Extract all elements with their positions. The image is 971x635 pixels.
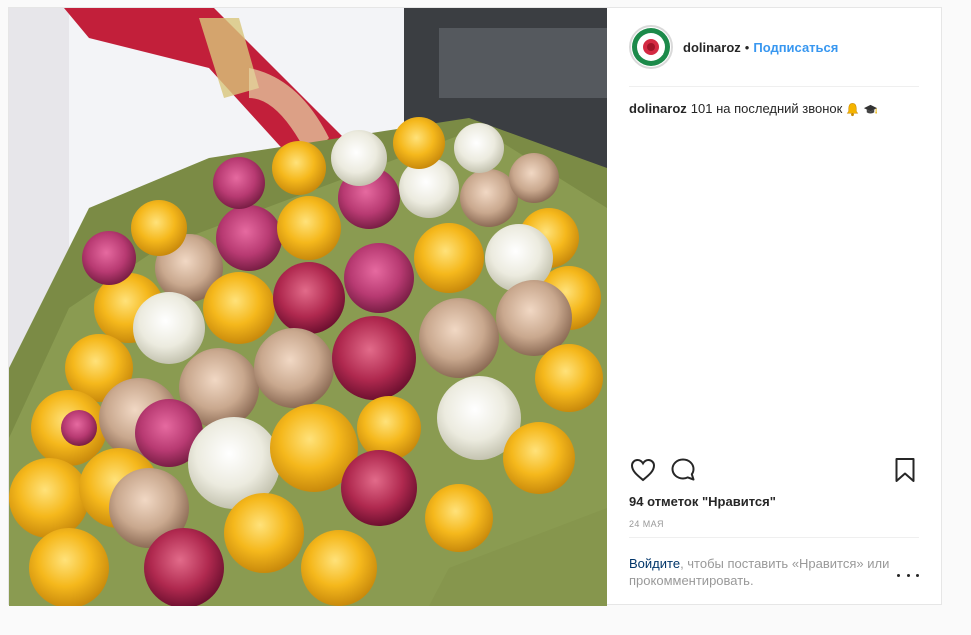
caption-username[interactable]: dolinaroz: [629, 100, 687, 118]
comment-icon[interactable]: [669, 456, 697, 484]
follow-button[interactable]: Подписаться: [753, 40, 838, 55]
graduation-cap-icon: [864, 104, 878, 114]
post-date[interactable]: 24 МАЯ: [629, 519, 664, 529]
bell-icon: [847, 102, 859, 116]
header-separator: •: [744, 39, 750, 55]
login-link[interactable]: Войдите: [629, 556, 680, 571]
post-header: dolinaroz • Подписаться: [629, 8, 919, 87]
dolina-roz-logo-icon: [632, 28, 670, 66]
more-dot: [906, 573, 910, 577]
roses-bouquet-image: [9, 8, 607, 606]
more-dot: [916, 573, 919, 577]
avatar[interactable]: [629, 25, 673, 69]
post-photo[interactable]: [9, 8, 607, 606]
likes-count[interactable]: 94 отметок "Нравится": [629, 494, 776, 509]
login-prompt: Войдите, чтобы поставить «Нравится» или …: [629, 537, 919, 589]
post-actions: [629, 456, 919, 484]
caption-text: 101 на последний звонок: [690, 101, 843, 116]
post-card: dolinaroz • Подписаться dolinaroz 101 на…: [8, 7, 942, 606]
header-username[interactable]: dolinaroz: [683, 40, 741, 55]
post-sidebar: dolinaroz • Подписаться dolinaroz 101 на…: [607, 8, 941, 604]
post-caption: dolinaroz 101 на последний звонок: [629, 100, 919, 118]
heart-icon[interactable]: [629, 456, 657, 484]
more-options-icon[interactable]: [897, 570, 919, 580]
bookmark-icon[interactable]: [891, 456, 919, 484]
more-dot: [897, 573, 900, 577]
